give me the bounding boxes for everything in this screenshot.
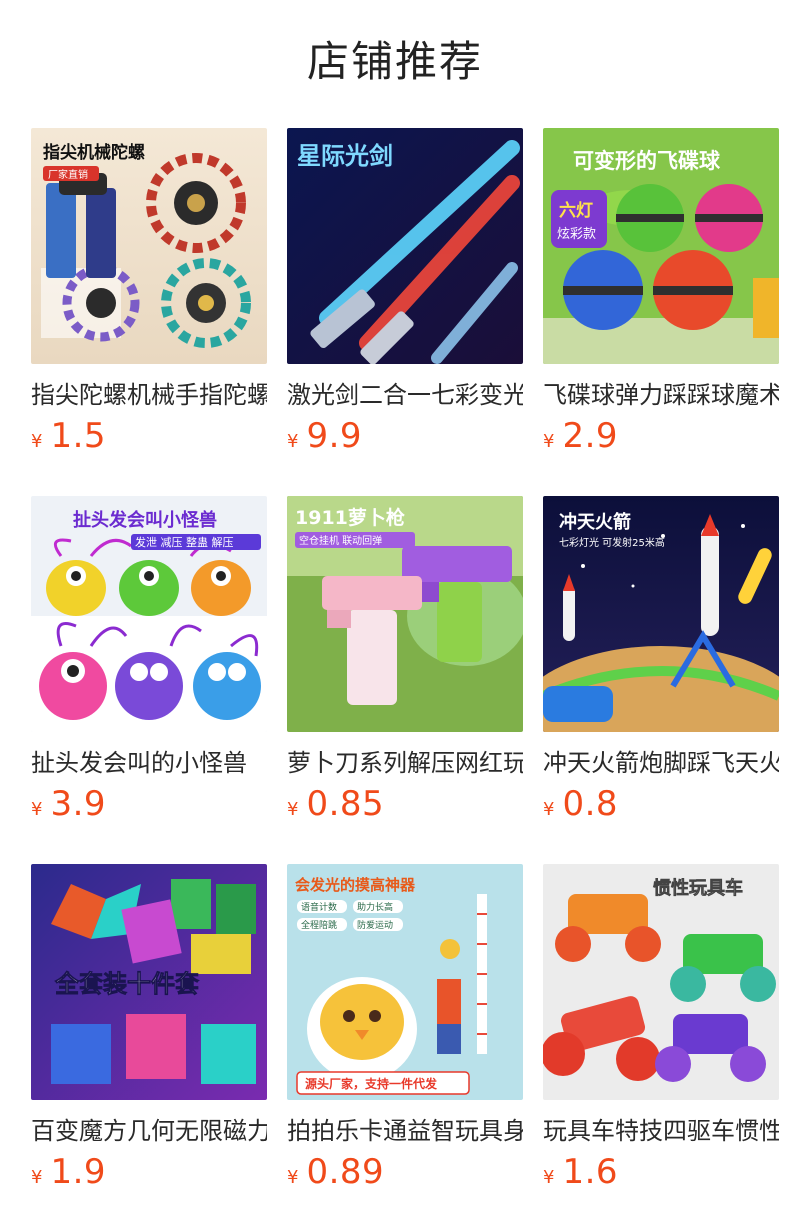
image-headline: 会发光的摸高神器 [295,876,416,894]
price-value: 1.6 [562,1152,619,1192]
image-headline: 惯性玩具车 [653,877,743,899]
product-image[interactable]: 1911萝卜枪 空仓挂机 联动回弹 [287,496,523,732]
product-image[interactable]: 惯性玩具车 [543,864,779,1100]
currency-symbol: ¥ [543,1167,555,1188]
image-headline: 可变形的飞碟球 [573,149,721,173]
product-card[interactable]: 全套装十件套 百变魔方几何无限磁力 ¥ 1.9 [31,864,267,1232]
product-price: ¥ 9.9 [287,416,523,456]
svg-text:厂家直销: 厂家直销 [48,168,88,181]
price-value: 1.5 [50,416,107,456]
image-headline: 1911萝卜枪 [295,506,405,529]
product-card[interactable]: 指尖机械陀螺 厂家直销 指尖陀螺机械手指陀螺 ¥ 1.5 [31,128,267,496]
product-title[interactable]: 萝卜刀系列解压网红玩具 [287,746,523,780]
product-price: ¥ 0.8 [543,784,779,824]
product-title[interactable]: 拍拍乐卡通益智玩具身高 [287,1114,523,1148]
price-value: 9.9 [306,416,363,456]
currency-symbol: ¥ [543,799,555,820]
svg-text:源头厂家，支持一件代发: 源头厂家，支持一件代发 [305,1076,438,1091]
product-image[interactable]: 指尖机械陀螺 厂家直销 [31,128,267,364]
price-value: 3.9 [50,784,107,824]
product-grid: 指尖机械陀螺 厂家直销 指尖陀螺机械手指陀螺 ¥ 1.5 星际光剑 激光剑二合一… [31,128,779,1232]
currency-symbol: ¥ [287,431,299,452]
product-price: ¥ 1.5 [31,416,267,456]
product-card[interactable]: 星际光剑 激光剑二合一七彩变光 ¥ 9.9 [287,128,523,496]
product-price: ¥ 3.9 [31,784,267,824]
product-card[interactable]: 会发光的摸高神器 语音计数 助力长高 全程陪跳 防爱运动 源头厂家，支持一件代发… [287,864,523,1232]
currency-symbol: ¥ [287,799,299,820]
currency-symbol: ¥ [287,1167,299,1188]
product-image[interactable]: 扯头发会叫小怪兽 发泄 减压 整蛊 解压 [31,496,267,732]
price-value: 1.9 [50,1152,107,1192]
shop-recommend-page: 店铺推荐 指尖机械陀螺 厂家直销 指尖陀螺机械手指陀螺 ¥ 1.5 星际光剑 激… [0,0,790,1232]
currency-symbol: ¥ [31,431,43,452]
price-value: 0.8 [562,784,619,824]
product-price: ¥ 1.6 [543,1152,779,1192]
svg-text:全程陪跳: 全程陪跳 [301,919,337,931]
product-image[interactable]: 全套装十件套 [31,864,267,1100]
currency-symbol: ¥ [31,1167,43,1188]
image-headline: 星际光剑 [297,142,393,170]
svg-text:助力长高: 助力长高 [357,901,393,913]
product-title[interactable]: 玩具车特技四驱车惯性车 [543,1114,779,1148]
image-headline: 指尖机械陀螺 [43,142,145,163]
product-title[interactable]: 扯头发会叫的小怪兽 [31,746,267,780]
price-value: 2.9 [562,416,619,456]
svg-text:发泄 减压 整蛊 解压: 发泄 减压 整蛊 解压 [135,535,234,549]
image-headline: 全套装十件套 [54,970,200,998]
product-title[interactable]: 飞碟球弹力踩踩球魔术 [543,378,779,412]
product-card[interactable]: 1911萝卜枪 空仓挂机 联动回弹 萝卜刀系列解压网红玩具 ¥ 0.85 [287,496,523,864]
product-price: ¥ 2.9 [543,416,779,456]
svg-text:防爱运动: 防爱运动 [357,919,393,931]
svg-text:空仓挂机 联动回弹: 空仓挂机 联动回弹 [299,534,382,547]
svg-text:七彩灯光 可发射25米高: 七彩灯光 可发射25米高 [559,536,665,549]
product-title[interactable]: 激光剑二合一七彩变光 [287,378,523,412]
product-image[interactable]: 星际光剑 [287,128,523,364]
price-value: 0.85 [306,784,385,824]
price-value: 0.89 [306,1152,385,1192]
product-price: ¥ 1.9 [31,1152,267,1192]
currency-symbol: ¥ [543,431,555,452]
image-headline: 冲天火箭 [559,511,631,533]
svg-text:六灯: 六灯 [559,200,593,221]
svg-text:语音计数: 语音计数 [301,901,337,913]
product-image[interactable]: 可变形的飞碟球 六灯 炫彩款 [543,128,779,364]
product-price: ¥ 0.85 [287,784,523,824]
page-title: 店铺推荐 [306,36,483,86]
product-title[interactable]: 指尖陀螺机械手指陀螺 [31,378,267,412]
product-card[interactable]: 惯性玩具车 玩具车特技四驱车惯性车 ¥ 1.6 [543,864,779,1232]
image-headline: 扯头发会叫小怪兽 [73,509,217,531]
product-card[interactable]: 扯头发会叫小怪兽 发泄 减压 整蛊 解压 扯头发会叫的小怪兽 ¥ 3.9 [31,496,267,864]
product-image[interactable]: 会发光的摸高神器 语音计数 助力长高 全程陪跳 防爱运动 源头厂家，支持一件代发 [287,864,523,1100]
product-card[interactable]: 可变形的飞碟球 六灯 炫彩款 飞碟球弹力踩踩球魔术 ¥ 2.9 [543,128,779,496]
product-image[interactable]: 冲天火箭 七彩灯光 可发射25米高 [543,496,779,732]
currency-symbol: ¥ [31,799,43,820]
product-price: ¥ 0.89 [287,1152,523,1192]
product-card[interactable]: 冲天火箭 七彩灯光 可发射25米高 冲天火箭炮脚踩飞天火箭 ¥ 0.8 [543,496,779,864]
header: 店铺推荐 [0,0,790,128]
product-title[interactable]: 百变魔方几何无限磁力 [31,1114,267,1148]
svg-text:炫彩款: 炫彩款 [557,226,596,242]
product-title[interactable]: 冲天火箭炮脚踩飞天火箭 [543,746,779,780]
